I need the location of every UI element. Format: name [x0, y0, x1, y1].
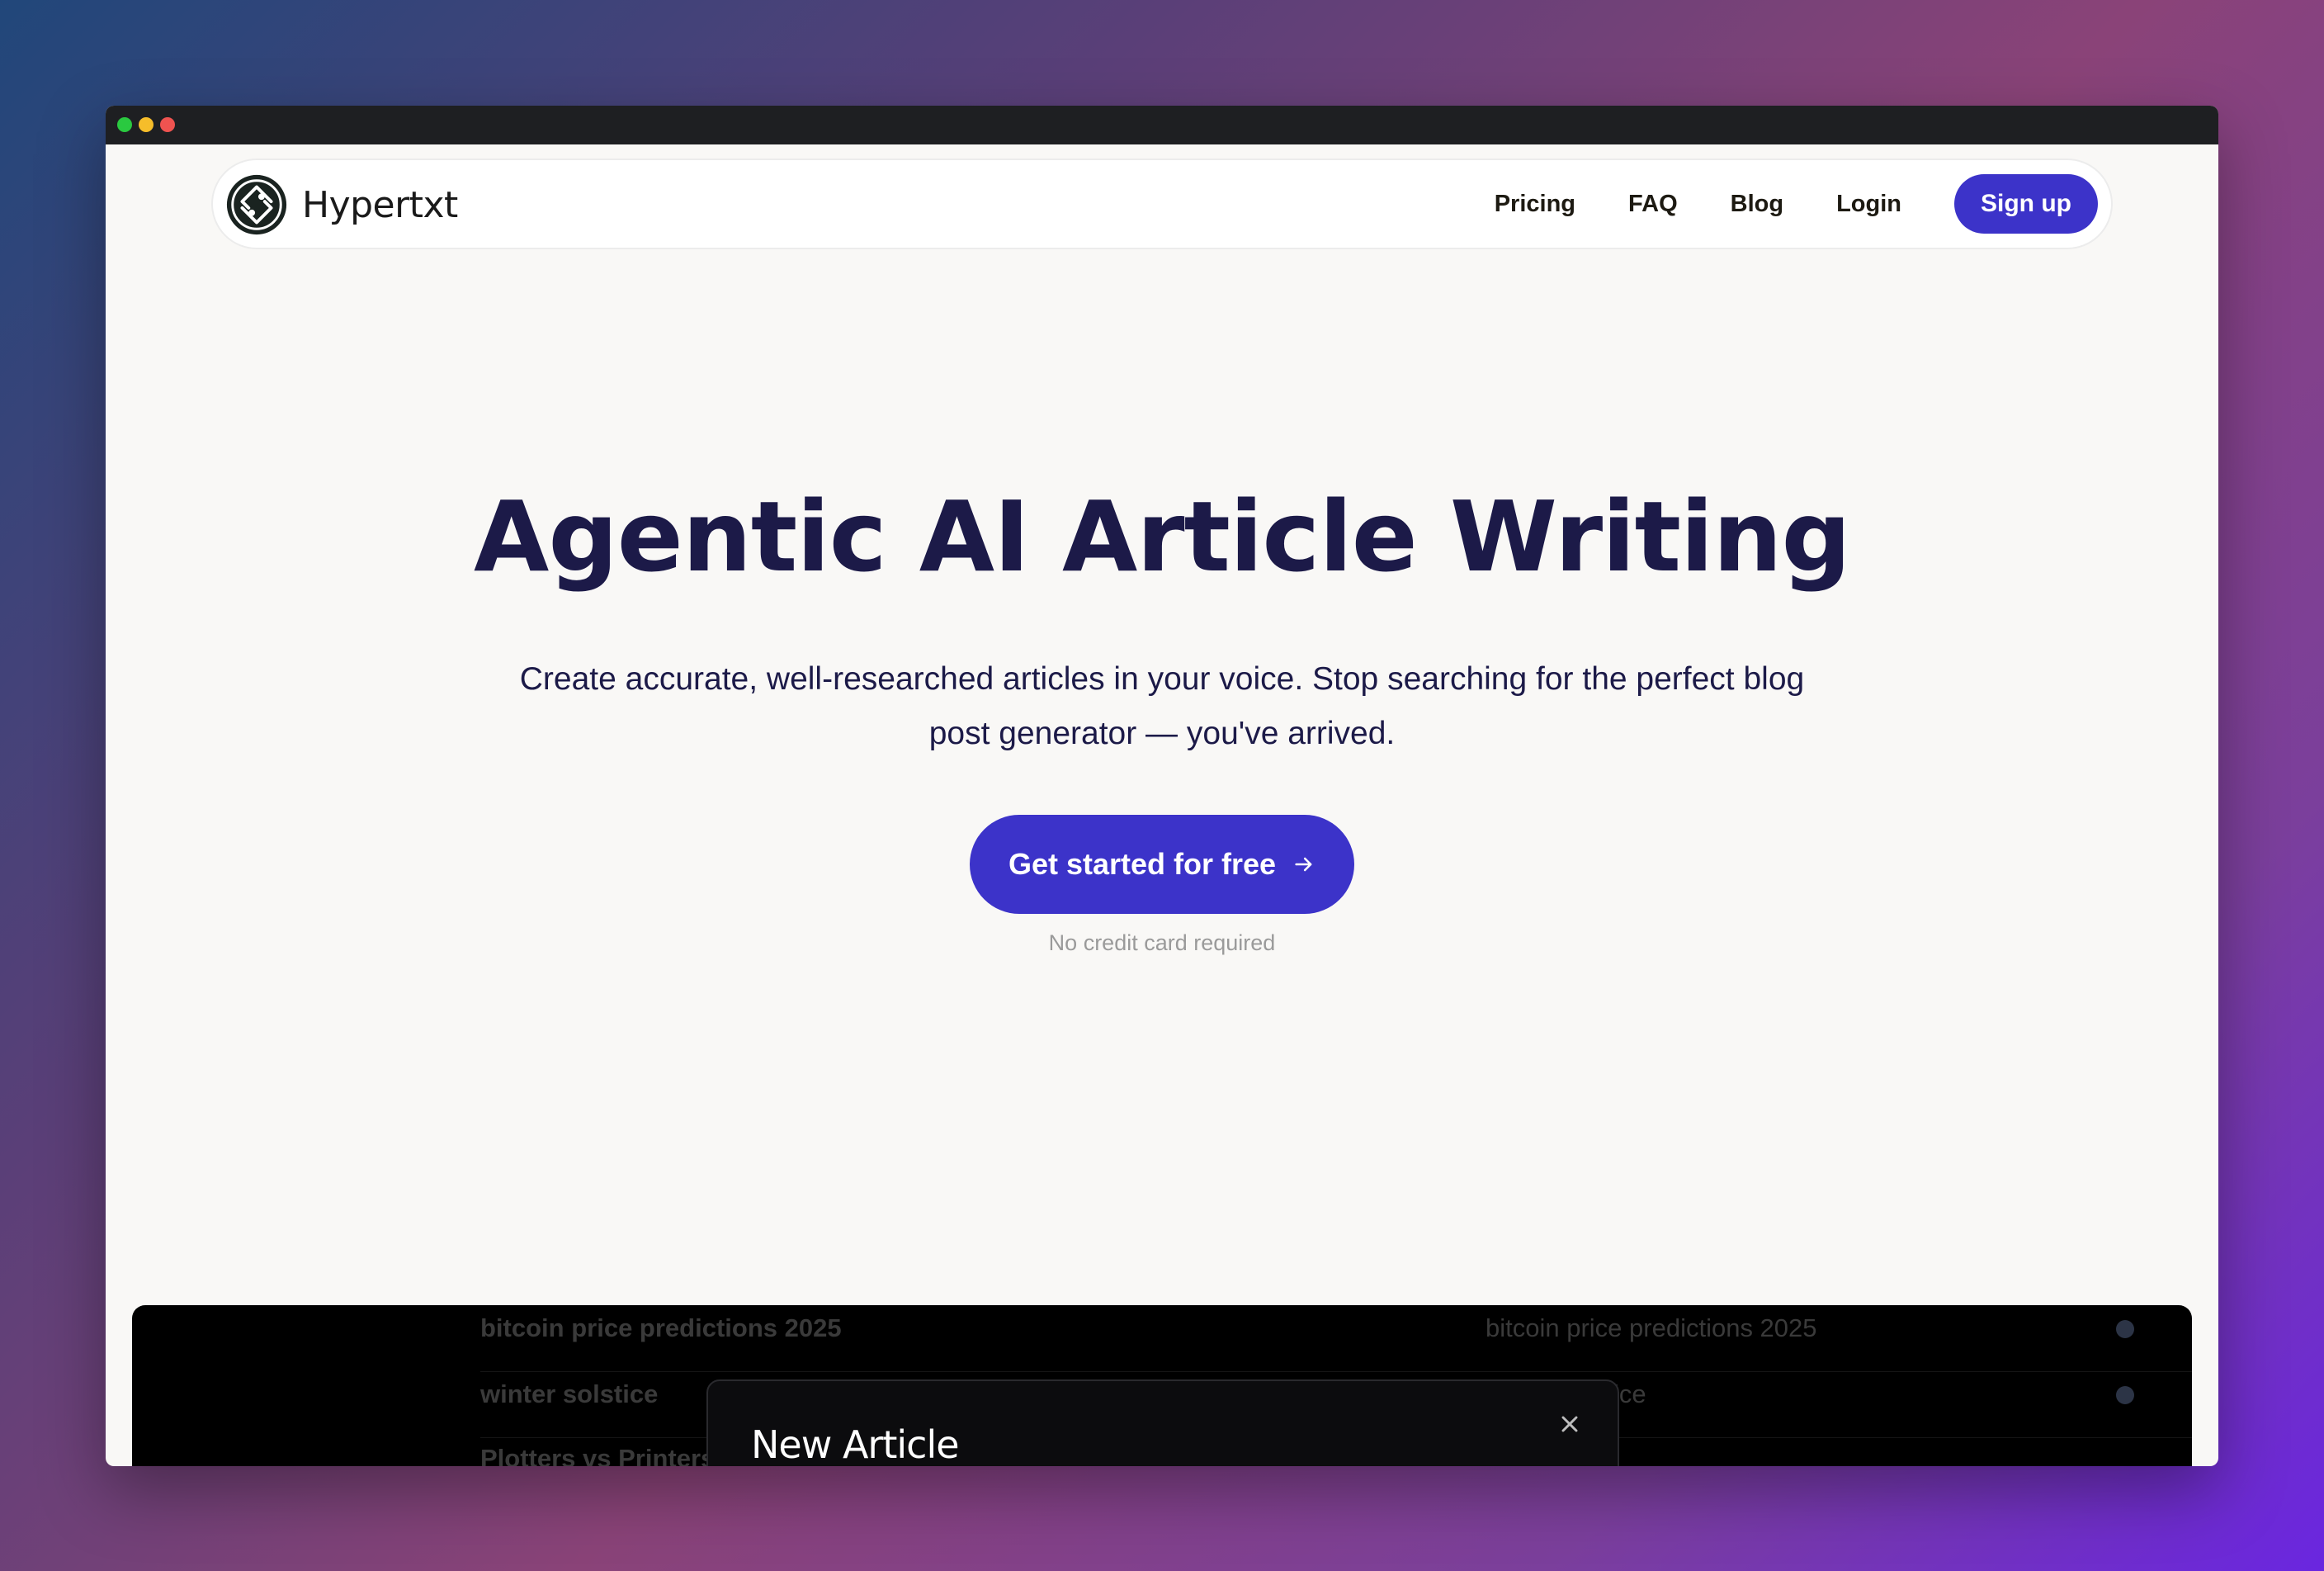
- top-navbar: Hypertxt Pricing FAQ Blog Login Sign up: [211, 159, 2113, 249]
- get-started-label: Get started for free: [1008, 847, 1277, 881]
- article-title: Plotters vs Printers: [480, 1444, 716, 1466]
- app-preview-panel: bitcoin price predictions 2025 bitcoin p…: [132, 1305, 2192, 1466]
- close-icon[interactable]: [1556, 1411, 1583, 1437]
- nav-link-blog[interactable]: Blog: [1731, 191, 1783, 218]
- sign-up-button[interactable]: Sign up: [1954, 174, 2098, 234]
- status-dot-icon: [2116, 1320, 2134, 1338]
- status-dot-icon: [2116, 1386, 2134, 1404]
- arrow-right-icon: [1295, 857, 1312, 872]
- modal-title: New Article: [751, 1422, 960, 1466]
- nav-link-faq[interactable]: FAQ: [1628, 191, 1678, 218]
- nav-links: Pricing FAQ Blog Login Sign up: [1495, 173, 2098, 234]
- window-maximize-button[interactable]: [117, 117, 132, 132]
- window-titlebar: [106, 106, 2218, 144]
- hero-subtitle: Create accurate, well-researched article…: [519, 661, 1805, 751]
- new-article-modal: New Article: [706, 1379, 1619, 1466]
- article-title: winter solstice: [480, 1379, 659, 1408]
- hero-title: Agentic AI Article Writing: [474, 480, 1851, 594]
- article-keyword: bitcoin price predictions 2025: [1486, 1313, 1817, 1342]
- nav-link-pricing[interactable]: Pricing: [1495, 191, 1575, 218]
- get-started-button[interactable]: Get started for free: [970, 815, 1354, 914]
- no-credit-card-note: No credit card required: [1048, 930, 1276, 955]
- article-row[interactable]: bitcoin price predictions 2025 bitcoin p…: [480, 1305, 2192, 1372]
- window-minimize-button[interactable]: [139, 117, 154, 132]
- brand-name: Hypertxt: [302, 183, 458, 226]
- window-close-button[interactable]: [160, 117, 175, 132]
- browser-window: Hypertxt Pricing FAQ Blog Login Sign up …: [106, 106, 2218, 1466]
- hypertxt-logo-icon: [226, 174, 287, 235]
- nav-link-login[interactable]: Login: [1836, 191, 1901, 218]
- brand-home-link[interactable]: Hypertxt: [224, 172, 458, 238]
- article-title: bitcoin price predictions 2025: [480, 1313, 842, 1342]
